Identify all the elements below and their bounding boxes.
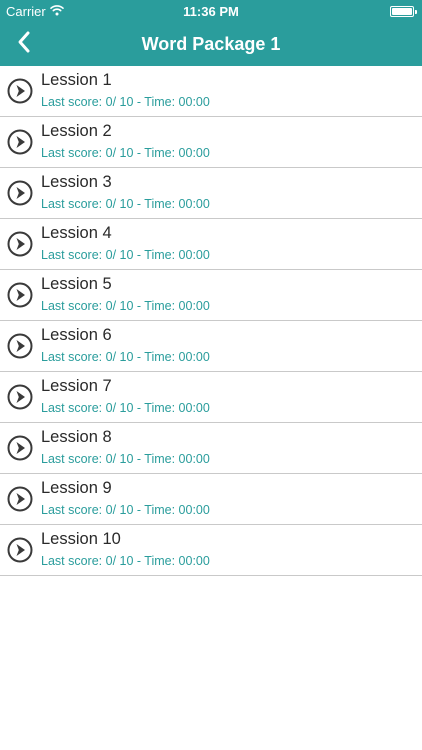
- lesson-title: Lession 7: [41, 377, 112, 395]
- play-circle-icon: [7, 282, 33, 308]
- battery-tip: [415, 10, 417, 14]
- lesson-title: Lession 1: [41, 71, 112, 89]
- chevron-left-icon: [16, 30, 32, 59]
- play-circle-icon: [7, 435, 33, 461]
- play-circle-icon: [7, 486, 33, 512]
- lesson-row-6[interactable]: Lession 6 Last score: 0/ 10 - Time: 00:0…: [0, 321, 422, 372]
- battery-fill: [392, 8, 412, 15]
- lesson-title: Lession 2: [41, 122, 112, 140]
- lesson-score: Last score: 0/ 10 - Time: 00:00: [41, 248, 210, 262]
- lesson-list: Lession 1 Last score: 0/ 10 - Time: 00:0…: [0, 66, 422, 576]
- lesson-title: Lession 8: [41, 428, 112, 446]
- play-circle-icon: [7, 129, 33, 155]
- lesson-row-2[interactable]: Lession 2 Last score: 0/ 10 - Time: 00:0…: [0, 117, 422, 168]
- lesson-title: Lession 3: [41, 173, 112, 191]
- lesson-row-7[interactable]: Lession 7 Last score: 0/ 10 - Time: 00:0…: [0, 372, 422, 423]
- lesson-title: Lession 10: [41, 530, 121, 548]
- lesson-title: Lession 9: [41, 479, 112, 497]
- page-title: Word Package 1: [141, 34, 281, 54]
- lesson-score: Last score: 0/ 10 - Time: 00:00: [41, 401, 210, 415]
- lesson-title: Lession 5: [41, 275, 112, 293]
- lesson-score: Last score: 0/ 10 - Time: 00:00: [41, 554, 210, 568]
- lesson-score: Last score: 0/ 10 - Time: 00:00: [41, 299, 210, 313]
- play-circle-icon: [7, 333, 33, 359]
- battery-icon: [390, 6, 417, 17]
- play-circle-icon: [7, 78, 33, 104]
- lesson-row-5[interactable]: Lession 5 Last score: 0/ 10 - Time: 00:0…: [0, 270, 422, 321]
- lesson-row-10[interactable]: Lession 10 Last score: 0/ 10 - Time: 00:…: [0, 525, 422, 576]
- play-circle-icon: [7, 231, 33, 257]
- lesson-row-9[interactable]: Lession 9 Last score: 0/ 10 - Time: 00:0…: [0, 474, 422, 525]
- back-button[interactable]: [4, 22, 44, 66]
- nav-bar: Word Package 1: [0, 22, 422, 66]
- lesson-score: Last score: 0/ 10 - Time: 00:00: [41, 95, 210, 109]
- lesson-row-8[interactable]: Lession 8 Last score: 0/ 10 - Time: 00:0…: [0, 423, 422, 474]
- lesson-title: Lession 4: [41, 224, 112, 242]
- lesson-score: Last score: 0/ 10 - Time: 00:00: [41, 452, 210, 466]
- lesson-title: Lession 6: [41, 326, 112, 344]
- lesson-score: Last score: 0/ 10 - Time: 00:00: [41, 503, 210, 517]
- lesson-row-1[interactable]: Lession 1 Last score: 0/ 10 - Time: 00:0…: [0, 66, 422, 117]
- play-circle-icon: [7, 384, 33, 410]
- status-bar: Carrier 11:36 PM: [0, 0, 422, 22]
- status-time: 11:36 PM: [183, 4, 239, 19]
- lesson-row-4[interactable]: Lession 4 Last score: 0/ 10 - Time: 00:0…: [0, 219, 422, 270]
- play-circle-icon: [7, 180, 33, 206]
- lesson-score: Last score: 0/ 10 - Time: 00:00: [41, 350, 210, 364]
- app-header: Carrier 11:36 PM Word Package 1: [0, 0, 422, 66]
- lesson-score: Last score: 0/ 10 - Time: 00:00: [41, 197, 210, 211]
- lesson-score: Last score: 0/ 10 - Time: 00:00: [41, 146, 210, 160]
- play-circle-icon: [7, 537, 33, 563]
- lesson-row-3[interactable]: Lession 3 Last score: 0/ 10 - Time: 00:0…: [0, 168, 422, 219]
